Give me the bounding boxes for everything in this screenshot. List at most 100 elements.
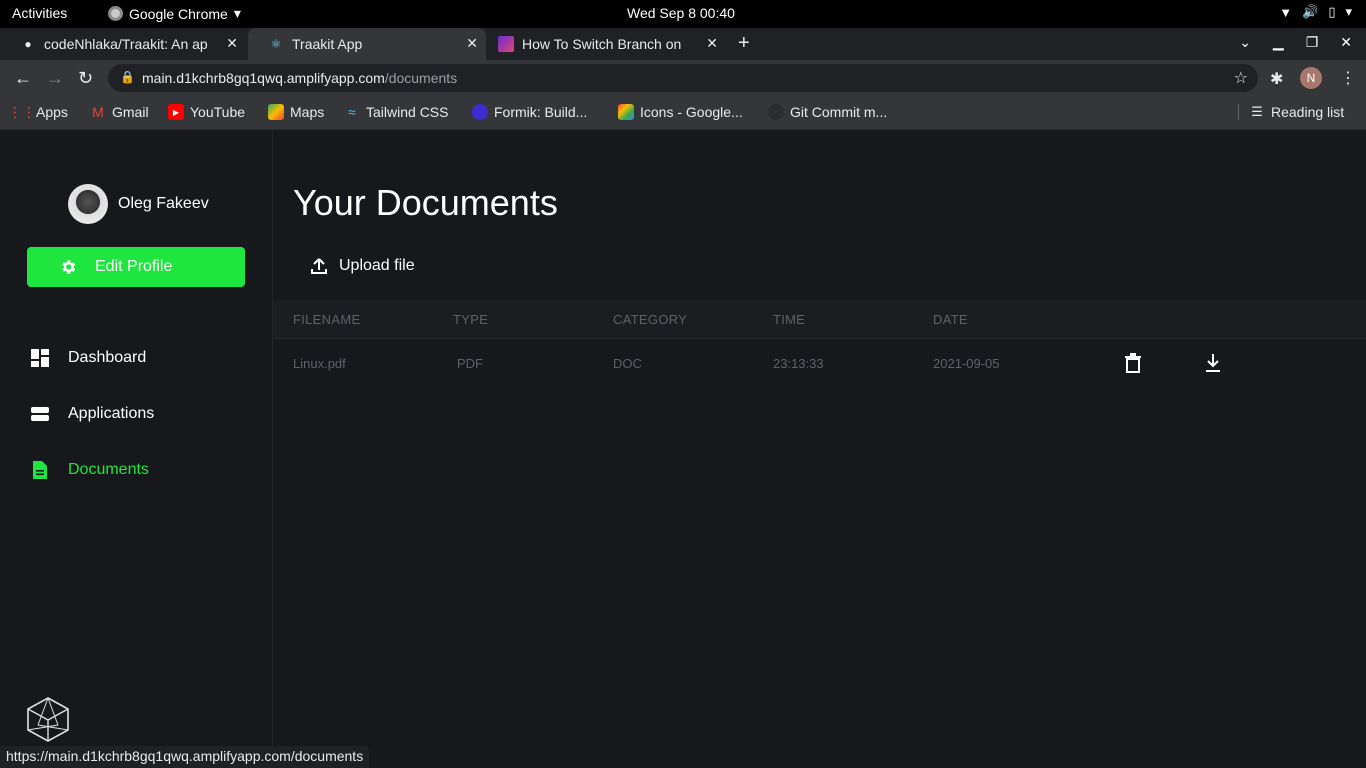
status-bar-url: https://main.d1kchrb8gq1qwq.amplifyapp.c… (0, 746, 370, 768)
volume-icon: 🔊 (1302, 4, 1319, 19)
bookmark-gmail[interactable]: M Gmail (90, 104, 149, 120)
column-time: TIME (773, 312, 806, 327)
gmail-icon: M (92, 104, 104, 120)
bookmark-git-commit[interactable]: Git Commit m... (768, 104, 887, 120)
close-icon[interactable]: ✕ (706, 35, 718, 52)
edit-profile-label: Edit Profile (95, 258, 173, 275)
window-controls: ⌄ ▁ ❐ ✕ (1239, 34, 1352, 51)
download-icon[interactable] (1204, 352, 1222, 374)
back-icon[interactable]: ← (14, 68, 32, 89)
bookmark-label: Maps (290, 104, 325, 120)
menu-icon[interactable]: ⋮ (1340, 68, 1356, 88)
address-bar[interactable]: 🔒 main.d1kchrb8gq1qwq.amplifyapp.com/doc… (108, 64, 1258, 92)
avatar (68, 184, 108, 224)
caret-down-icon: ▾ (233, 5, 241, 21)
bookmark-google-icons[interactable]: Icons - Google... (618, 104, 743, 120)
bookmarks-bar: ⋮⋮ Apps M Gmail ▶ YouTube Maps ≈ Tailwin… (0, 96, 1366, 130)
column-type: TYPE (453, 312, 489, 327)
address-url: main.d1kchrb8gq1qwq.amplifyapp.com/docum… (142, 70, 457, 86)
cell-category: DOC (613, 356, 642, 371)
bookmark-maps[interactable]: Maps (268, 104, 324, 120)
document-icon (33, 461, 47, 479)
upload-file-button[interactable]: Upload file (309, 256, 415, 276)
table-header: FILENAME TYPE CATEGORY TIME DATE (273, 300, 1366, 339)
sidebar: Oleg Fakeev Edit Profile Dashboard Appli… (0, 130, 273, 768)
github-icon: ● (24, 37, 32, 51)
caret-down-icon: ▾ (1345, 4, 1352, 19)
cell-filename: Linux.pdf (293, 356, 346, 371)
tab-switch-branch[interactable]: How To Switch Branch on ✕ (478, 28, 726, 60)
upload-icon (311, 258, 327, 274)
sidebar-item-dashboard[interactable]: Dashboard (30, 348, 146, 368)
google-icons-icon (618, 104, 634, 120)
reading-list-label: Reading list (1271, 104, 1345, 120)
reading-list-icon: ☰ (1251, 104, 1263, 119)
extensions-icon[interactable]: ✱ (1270, 69, 1283, 89)
new-tab-button[interactable]: + (738, 32, 750, 55)
close-icon[interactable]: ✕ (466, 35, 478, 52)
upload-file-label: Upload file (339, 257, 415, 274)
table-row: Linux.pdf PDF DOC 23:13:33 2021-09-05 (273, 340, 1366, 386)
github-icon (768, 104, 784, 120)
traakit-app: Oleg Fakeev Edit Profile Dashboard Appli… (0, 130, 1366, 768)
bookmark-label: Icons - Google... (640, 104, 743, 120)
page-title: Your Documents (293, 182, 558, 223)
tailwind-icon: ≈ (348, 104, 356, 120)
youtube-icon: ▶ (168, 104, 184, 120)
bookmark-apps[interactable]: ⋮⋮ Apps (8, 103, 68, 121)
system-clock[interactable]: Wed Sep 8 00:40 (627, 5, 735, 21)
profile-avatar[interactable]: N (1300, 67, 1322, 89)
tab-strip: ● codeNhlaka/Traakit: An ap ✕ ⚛ Traakit … (0, 28, 1366, 60)
bookmark-formik[interactable]: Formik: Build... (472, 104, 587, 120)
dashboard-icon (31, 349, 49, 367)
system-top-bar: Activities Google Chrome ▾ Wed Sep 8 00:… (0, 0, 1366, 28)
maximize-icon[interactable]: ❐ (1306, 34, 1319, 51)
tutorial-icon (498, 36, 514, 52)
user-name: Oleg Fakeev (118, 195, 209, 212)
cell-date: 2021-09-05 (933, 356, 1000, 371)
close-icon[interactable]: ✕ (226, 35, 238, 52)
activities-button[interactable]: Activities (12, 5, 67, 21)
edit-profile-button[interactable]: Edit Profile (27, 247, 245, 287)
tab-label: How To Switch Branch on (522, 36, 682, 52)
url-host: main.d1kchrb8gq1qwq.amplifyapp.com (142, 70, 385, 86)
reload-icon[interactable]: ↻ (78, 68, 93, 89)
sidebar-item-applications[interactable]: Applications (30, 404, 154, 424)
app-logo-icon (27, 697, 69, 742)
url-path: /documents (384, 70, 458, 86)
sidebar-item-documents[interactable]: Documents (30, 460, 149, 480)
apps-grid-icon: ⋮⋮ (8, 103, 36, 120)
system-tray[interactable]: ▼ 🔊 ▯ ▾ (1279, 4, 1352, 20)
bookmark-label: Tailwind CSS (366, 104, 449, 120)
wifi-icon: ▼ (1279, 4, 1293, 20)
bookmark-label: YouTube (190, 104, 246, 120)
app-menu[interactable]: Google Chrome ▾ (108, 5, 241, 22)
bookmark-label: Apps (36, 104, 68, 120)
sidebar-item-label: Dashboard (68, 349, 147, 366)
documents-panel: Your Documents Upload file FILENAME TYPE… (273, 130, 1366, 768)
bookmark-label: Git Commit m... (790, 104, 888, 120)
chrome-icon (108, 6, 123, 21)
tab-traakit[interactable]: ⚛ Traakit App ✕ (248, 28, 486, 60)
lock-icon[interactable]: 🔒 (120, 70, 135, 84)
tab-github[interactable]: ● codeNhlaka/Traakit: An ap ✕ (0, 28, 246, 60)
column-category: CATEGORY (613, 312, 688, 327)
battery-icon: ▯ (1328, 4, 1336, 19)
cell-time: 23:13:33 (773, 356, 824, 371)
reading-list-button[interactable]: ☰ Reading list (1238, 104, 1344, 120)
delete-icon[interactable] (1124, 352, 1142, 374)
close-window-icon[interactable]: ✕ (1340, 34, 1352, 51)
sidebar-item-label: Applications (68, 405, 155, 422)
minimize-icon[interactable]: ▁ (1273, 34, 1284, 51)
app-menu-label: Google Chrome (129, 5, 228, 22)
column-date: DATE (933, 312, 968, 327)
bookmark-star-icon[interactable]: ☆ (1234, 68, 1248, 88)
formik-icon (472, 104, 488, 120)
tab-search-icon[interactable]: ⌄ (1239, 34, 1251, 51)
column-filename: FILENAME (293, 312, 361, 327)
forward-icon[interactable]: → (46, 68, 64, 89)
cell-type: PDF (457, 356, 483, 371)
bookmark-tailwind[interactable]: ≈ Tailwind CSS (344, 104, 448, 120)
bookmark-label: Gmail (112, 104, 149, 120)
bookmark-youtube[interactable]: ▶ YouTube (168, 104, 245, 120)
